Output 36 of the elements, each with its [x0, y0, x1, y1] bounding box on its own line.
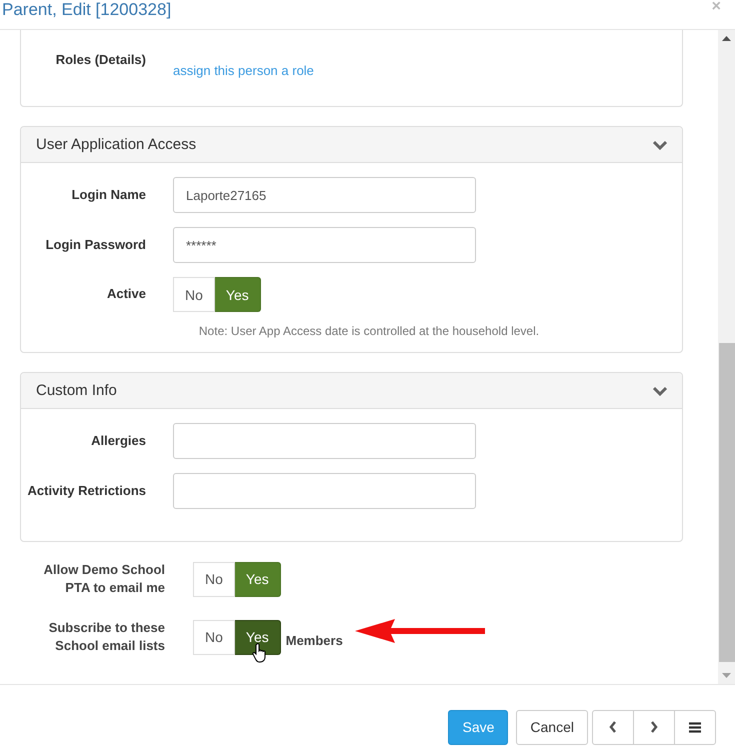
toggle-option[interactable]: Yes — [234, 562, 281, 596]
panel-title: User Application Access — [36, 136, 196, 153]
field-label: Active — [106, 285, 147, 301]
menu-icon — [689, 722, 701, 732]
password-field[interactable]: ****** — [173, 227, 476, 263]
previous-button[interactable] — [592, 710, 634, 744]
field-label: Allow Demo School PTA to email me — [42, 561, 166, 597]
toggle-option[interactable]: Yes — [214, 277, 261, 312]
scrollbar-thumb[interactable] — [719, 343, 735, 662]
panel-title: Custom Info — [36, 382, 117, 399]
chevron-left-icon — [609, 721, 617, 733]
toggle-option[interactable]: No — [193, 620, 235, 654]
panel-header[interactable]: Custom Info — [21, 373, 682, 409]
hand-cursor-icon — [252, 643, 268, 663]
chevron-down-icon[interactable] — [653, 140, 667, 150]
input-field[interactable] — [173, 473, 476, 509]
chevron-down-icon[interactable] — [653, 386, 667, 396]
field-label: Activity Retrictions — [26, 482, 147, 498]
field-label: Roles (Details) — [54, 51, 147, 69]
panel-header[interactable]: User Application Access — [21, 127, 682, 163]
chevron-right-icon — [650, 721, 658, 733]
list-name: Members — [286, 632, 343, 648]
toggle-option[interactable]: Yes — [234, 620, 281, 654]
window-title: Parent, Edit [1200328] — [1, 0, 172, 20]
input-field[interactable]: Laporte27165 — [173, 177, 476, 213]
field-label: Allergies — [90, 432, 147, 448]
note-text: Note: User App Access date is controlled at the household level. — [198, 324, 540, 338]
field-label: Login Password — [44, 236, 147, 252]
toggle-option[interactable]: No — [193, 562, 235, 596]
toggle-option[interactable]: No — [173, 277, 215, 312]
input-field[interactable] — [173, 423, 476, 459]
scrollbar[interactable] — [718, 30, 735, 684]
cancel-button[interactable]: Cancel — [516, 710, 588, 744]
field-label: Subscribe to these School email lists — [48, 619, 166, 655]
menu-button[interactable] — [674, 710, 716, 744]
field-label: Login Name — [70, 186, 147, 202]
